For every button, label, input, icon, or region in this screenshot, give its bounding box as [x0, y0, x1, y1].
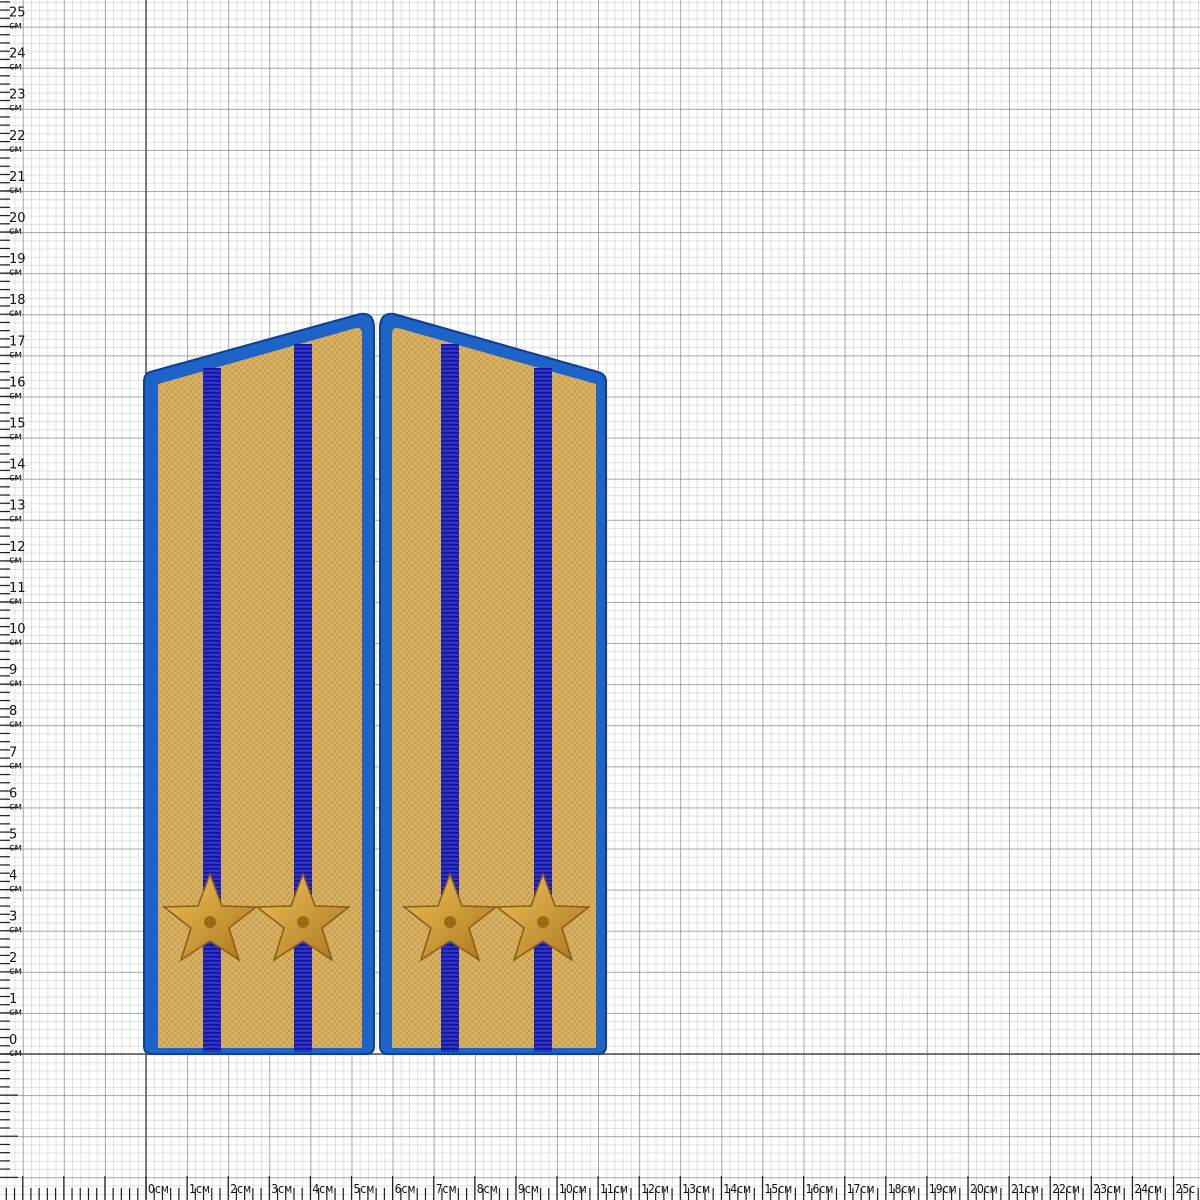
horizontal-ruler-label: 1см	[189, 1182, 210, 1196]
right-shoulder-board	[379, 312, 607, 1055]
vertical-ruler-label: 5	[9, 828, 17, 843]
vertical-ruler-label: 22	[9, 129, 26, 144]
vertical-ruler-label: 10	[9, 622, 26, 637]
vertical-ruler-label: 16	[9, 375, 26, 390]
left-board-stripe-1	[203, 368, 221, 1052]
vertical-ruler-label: 4	[9, 869, 17, 884]
horizontal-ruler-label: 6см	[395, 1182, 416, 1196]
vertical-ruler-label: 17	[9, 334, 26, 349]
horizontal-ruler-label: 4см	[312, 1182, 333, 1196]
vertical-ruler-label: 6	[9, 786, 17, 801]
vertical-ruler-label: 21	[9, 170, 26, 185]
horizontal-ruler-label: 9см	[518, 1182, 539, 1196]
vertical-ruler-label: 3	[9, 910, 17, 925]
horizontal-ruler-label: 0см	[148, 1182, 169, 1196]
ruler-grid-photo: 25см24см23см22см21см20см19см18см17см16см…	[0, 0, 1200, 1200]
vertical-ruler-label: 18	[9, 293, 26, 308]
vertical-ruler-label: 25	[9, 6, 26, 21]
horizontal-ruler: 0см1см2см3см4см5см6см7см8см9см10см11см12…	[5, 1176, 1199, 1200]
right-board-stripe-2	[534, 368, 552, 1052]
vertical-ruler-label: 9	[9, 663, 17, 678]
vertical-ruler-label: 8	[9, 704, 17, 719]
horizontal-ruler-label: 7см	[436, 1182, 457, 1196]
vertical-ruler-label: 19	[9, 252, 26, 267]
horizontal-ruler-label: 5см	[354, 1182, 375, 1196]
vertical-ruler-label: 24	[9, 47, 26, 62]
vertical-ruler-label: 1	[9, 992, 17, 1007]
vertical-ruler-label: 2	[9, 951, 17, 966]
horizontal-ruler-label: 8см	[477, 1182, 498, 1196]
vertical-ruler-label: 20	[9, 211, 26, 226]
horizontal-ruler-label: 3см	[271, 1182, 292, 1196]
vertical-ruler-label: 12	[9, 540, 26, 555]
vertical-ruler-label: 7	[9, 745, 17, 760]
vertical-ruler: 25см24см23см22см21см20см19см18см17см16см…	[0, 1, 26, 1178]
left-shoulder-board	[143, 312, 375, 1055]
horizontal-ruler-label: 2см	[230, 1182, 251, 1196]
vertical-ruler-label: 13	[9, 499, 26, 514]
vertical-ruler-label: 0	[9, 1033, 17, 1048]
vertical-ruler-label: 11	[9, 581, 26, 596]
horizontal-ruler-label: 25c	[1176, 1182, 1196, 1196]
vertical-ruler-label: 15	[9, 417, 26, 432]
vertical-ruler-label: 14	[9, 458, 26, 473]
vertical-ruler-label: 23	[9, 88, 26, 103]
